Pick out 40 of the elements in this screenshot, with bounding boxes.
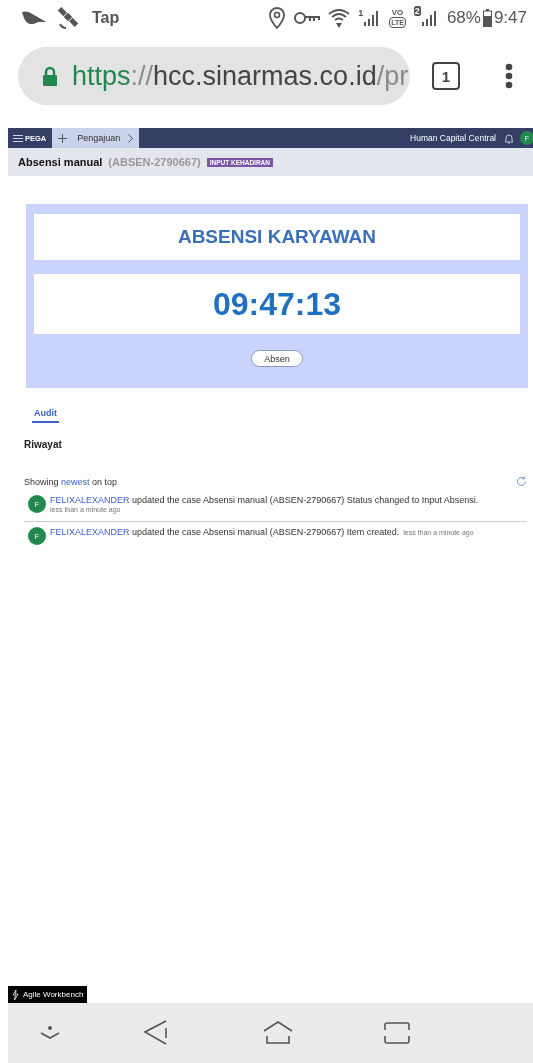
chevron-right-icon <box>128 133 134 143</box>
case-tab[interactable]: Pengajuan <box>52 128 140 148</box>
satellite-icon <box>56 6 80 30</box>
clock-display: 09:47:13 <box>34 274 520 334</box>
sim-number: 1 <box>358 8 364 18</box>
activity-text: FELIXALEXANDER updated the case Absensi manual (ABSEN-2790667) Item created. <box>50 527 400 537</box>
case-title: Absensi manual <box>18 156 103 168</box>
sim-number: 2 <box>413 6 421 16</box>
notification-label: Tap <box>92 9 120 27</box>
tab-count-button[interactable]: 1 <box>432 62 460 90</box>
url-text: https://hcc.sinarmas.co.id/pr <box>72 60 409 92</box>
more-options-icon[interactable] <box>505 63 513 89</box>
section-heading: Riwayat <box>24 439 63 450</box>
activity-text: FELIXALEXANDER updated the case Absensi manual (ABSEN-2790667) Status changed to Input Absensi. <box>50 495 479 505</box>
user-link[interactable]: FELIXALEXANDER <box>50 527 130 537</box>
wifi-icon <box>328 7 351 29</box>
app-title: Human Capital Central <box>410 133 496 143</box>
recent-apps-icon[interactable] <box>384 1022 410 1044</box>
hide-keyboard-icon[interactable] <box>39 1025 61 1041</box>
signal-icon <box>420 9 439 27</box>
sort-order-text: Showing newest on top <box>24 476 118 487</box>
home-icon[interactable] <box>263 1021 293 1045</box>
clock-time: 9:47 <box>493 8 527 28</box>
location-pin-icon <box>268 6 287 30</box>
notification-bell-icon[interactable] <box>504 132 514 144</box>
case-id: (ABSEN-2790667) <box>108 156 201 168</box>
battery-icon <box>482 9 492 27</box>
lock-icon <box>42 66 58 86</box>
menu-icon[interactable] <box>13 134 23 142</box>
audit-tab[interactable]: Audit <box>32 406 59 423</box>
absen-button[interactable]: Absen <box>251 350 303 367</box>
panel-heading: ABSENSI KARYAWAN <box>34 214 520 260</box>
address-bar[interactable]: https://hcc.sinarmas.co.id/pr <box>18 47 410 105</box>
plus-icon <box>58 133 68 143</box>
lightning-icon <box>12 989 19 1000</box>
newest-link[interactable]: newest <box>61 476 90 487</box>
user-link[interactable]: FELIXALEXANDER <box>50 495 130 505</box>
key-icon <box>294 11 321 25</box>
battery-percent: 68% <box>446 8 481 28</box>
back-icon[interactable] <box>144 1020 168 1046</box>
